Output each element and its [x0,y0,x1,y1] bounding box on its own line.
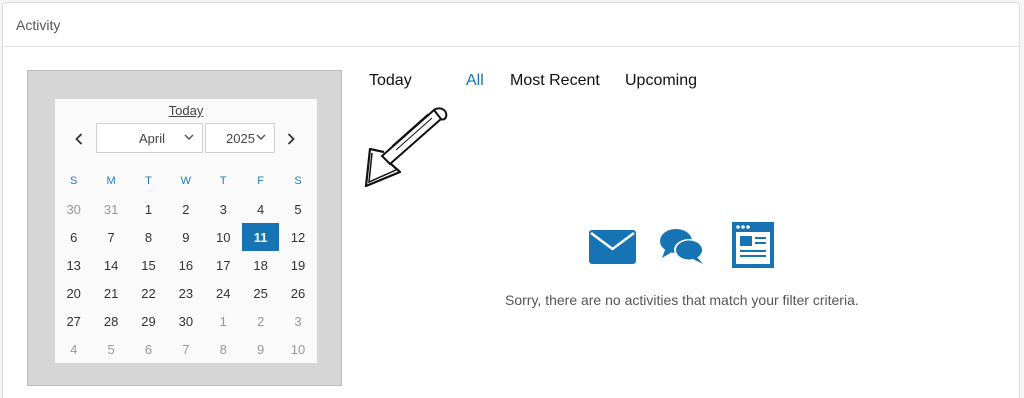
chevron-right-icon [287,133,295,145]
calendar-day[interactable]: 1 [130,195,167,223]
calendar-day[interactable]: 10 [279,335,316,363]
calendar-day[interactable]: 3 [205,195,242,223]
calendar-day[interactable]: 16 [167,251,204,279]
empty-state-icons [589,222,774,268]
browser-window-icon [732,222,774,268]
calendar-day[interactable]: 5 [92,335,129,363]
weekday-header: T [145,175,152,187]
month-select[interactable]: April [96,123,203,153]
calendar-day[interactable]: 26 [279,279,316,307]
calendar-day[interactable]: 6 [130,335,167,363]
calendar-day[interactable]: 7 [92,223,129,251]
calendar-day[interactable]: 9 [167,223,204,251]
calendar-day[interactable]: 22 [130,279,167,307]
calendar-day[interactable]: 21 [92,279,129,307]
tab-most-recent[interactable]: Most Recent [510,72,600,90]
empty-state-message: Sorry, there are no activities that matc… [505,292,859,308]
chevron-down-icon [256,134,266,141]
calendar-day[interactable]: 7 [167,335,204,363]
year-select[interactable]: 2025 [205,123,275,153]
calendar-nav: April 2025 [55,123,317,155]
calendar-day[interactable]: 14 [92,251,129,279]
calendar-day[interactable]: 27 [55,307,92,335]
calendar-day[interactable]: 5 [279,195,316,223]
calendar-day[interactable]: 2 [167,195,204,223]
calendar-day[interactable]: 31 [92,195,129,223]
calendar-day[interactable]: 18 [242,251,279,279]
calendar-day[interactable]: 6 [55,223,92,251]
calendar-grid: S M T W T F S 30 31 1 2 3 4 5 6 7 8 9 10 11 12 13 14 15 16 17 18 19… [55,167,317,363]
calendar-day-selected[interactable]: 11 [241,223,280,251]
year-value: 2025 [226,130,255,146]
chat-bubbles-icon [660,229,704,264]
calendar-day[interactable]: 2 [242,307,279,335]
calendar-day[interactable]: 25 [242,279,279,307]
weekday-header: S [294,175,302,187]
weekday-header: F [257,175,265,187]
panel-header: Activity [3,3,1019,47]
tab-all[interactable]: All [466,72,484,90]
weekday-header: W [180,175,192,187]
calendar-day[interactable]: 12 [279,223,316,251]
calendar-container: Today April 2025 S M T W T F S 30 31 1 2 3 4 5 6 7 8 9 10 1… [27,70,342,386]
month-value: April [139,130,166,146]
calendar-day[interactable]: 3 [279,307,316,335]
panel-title: Activity [16,16,61,33]
next-month-button[interactable] [279,123,303,155]
calendar-day[interactable]: 15 [130,251,167,279]
calendar-day[interactable]: 8 [130,223,167,251]
weekday-header: T [219,175,227,187]
calendar-day[interactable]: 30 [55,195,92,223]
calendar-day[interactable]: 19 [279,251,316,279]
weekday-header: M [106,175,116,187]
chevron-down-icon [184,134,194,141]
envelope-icon [589,230,636,264]
calendar-day[interactable]: 4 [55,335,92,363]
tab-today[interactable]: Today [369,72,412,90]
calendar-day[interactable]: 4 [242,195,279,223]
calendar-day[interactable]: 28 [92,307,129,335]
calendar-day[interactable]: 30 [167,307,204,335]
calendar-day[interactable]: 10 [205,223,242,251]
today-link[interactable]: Today [55,103,317,118]
prev-month-button[interactable] [67,123,91,155]
calendar-day[interactable]: 8 [205,335,242,363]
calendar: Today April 2025 S M T W T F S 30 31 1 2 3 4 5 6 7 8 9 10 1… [55,99,317,363]
calendar-day[interactable]: 23 [167,279,204,307]
calendar-day[interactable]: 17 [205,251,242,279]
calendar-day[interactable]: 13 [55,251,92,279]
weekday-header: S [70,175,78,187]
calendar-day[interactable]: 24 [205,279,242,307]
calendar-day[interactable]: 20 [55,279,92,307]
calendar-day[interactable]: 29 [130,307,167,335]
hand-drawn-arrow-icon [364,107,448,188]
tab-upcoming[interactable]: Upcoming [625,72,697,90]
calendar-day[interactable]: 1 [205,307,242,335]
calendar-day[interactable]: 9 [242,335,279,363]
chevron-left-icon [75,133,83,145]
